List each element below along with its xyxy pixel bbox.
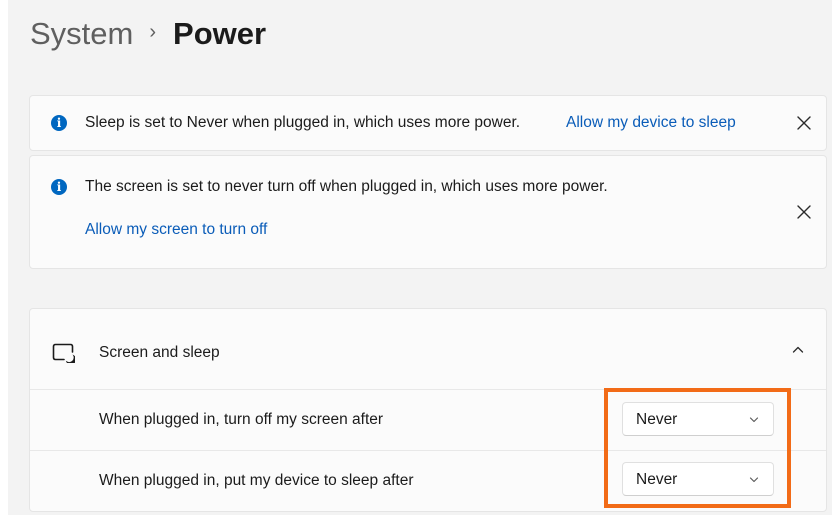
screen-off-dropdown-value: Never [636, 411, 678, 428]
breadcrumb-separator: › [149, 21, 157, 43]
screen-and-sleep-header[interactable]: Screen and sleep [30, 309, 826, 389]
screen-off-row: When plugged in, turn off my screen afte… [30, 390, 826, 450]
close-icon [797, 205, 811, 219]
screen-and-sleep-title: Screen and sleep [99, 344, 220, 361]
screen-and-sleep-section: Screen and sleep When plugged in, turn o… [29, 308, 827, 512]
chevron-down-icon [749, 477, 759, 483]
screen-warning-banner: i The screen is set to never turn off wh… [29, 155, 827, 269]
chevron-up-icon [792, 346, 804, 353]
sleep-row: When plugged in, put my device to sleep … [30, 451, 826, 511]
breadcrumb: System › Power [30, 12, 266, 56]
dismiss-screen-banner-button[interactable] [792, 200, 816, 224]
sleep-dropdown[interactable]: Never [622, 462, 774, 496]
close-icon [797, 116, 811, 130]
sleep-label: When plugged in, put my device to sleep … [99, 472, 414, 489]
chevron-down-icon [749, 417, 759, 423]
page-title: Power [173, 16, 267, 51]
screen-off-label: When plugged in, turn off my screen afte… [99, 411, 384, 428]
screen-warning-message: The screen is set to never turn off when… [85, 178, 608, 195]
sleep-warning-message: Sleep is set to Never when plugged in, w… [85, 114, 521, 131]
info-icon: i [51, 115, 67, 131]
info-icon: i [51, 179, 67, 195]
sleep-warning-banner: i Sleep is set to Never when plugged in,… [29, 95, 827, 151]
window-edge [0, 0, 8, 515]
screen-off-dropdown[interactable]: Never [622, 402, 774, 436]
allow-device-sleep-link[interactable]: Allow my device to sleep [566, 113, 736, 133]
allow-screen-turn-off-link[interactable]: Allow my screen to turn off [85, 220, 267, 240]
screen-and-sleep-icon [52, 343, 75, 363]
sleep-dropdown-value: Never [636, 471, 678, 488]
breadcrumb-system-link[interactable]: System [30, 12, 133, 56]
dismiss-sleep-banner-button[interactable] [792, 111, 816, 135]
